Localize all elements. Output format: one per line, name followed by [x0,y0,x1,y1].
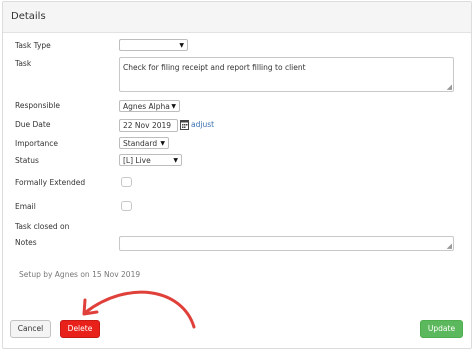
due-date-input[interactable]: 22 Nov 2019 [119,119,178,132]
importance-label: Importance [15,139,58,148]
responsible-label: Responsible [15,101,60,110]
task-label: Task [15,59,32,68]
delete-button[interactable]: Delete [60,320,100,338]
caret-down-icon: ▼ [173,157,178,164]
status-value: [L] Live [123,156,151,165]
adjust-link[interactable]: adjust [191,120,214,129]
setup-info: Setup by Agnes on 15 Nov 2019 [19,270,141,279]
update-button[interactable]: Update [420,320,463,338]
status-select[interactable]: [L] Live ▼ [119,154,182,166]
importance-value: Standard [123,139,158,148]
task-closed-on-label: Task closed on [15,222,70,231]
email-checkbox[interactable] [121,201,132,211]
formally-extended-checkbox[interactable] [121,177,132,187]
cancel-button[interactable]: Cancel [10,320,51,338]
responsible-select[interactable]: Agnes Alpha ▼ [119,100,180,112]
due-date-label: Due Date [15,120,51,129]
caret-down-icon: ▼ [160,140,165,147]
panel-title: Details [11,11,46,22]
task-text: Check for filing receipt and report fill… [123,63,306,72]
task-textarea[interactable]: Check for filing receipt and report fill… [119,57,454,92]
calendar-icon[interactable] [180,119,189,130]
due-date-value: 22 Nov 2019 [123,121,172,130]
task-type-label: Task Type [15,41,51,50]
formally-extended-label: Formally Extended [15,178,86,187]
task-type-select[interactable]: ▼ [119,39,188,51]
importance-select[interactable]: Standard ▼ [119,137,169,149]
notes-textarea[interactable]: ◢ [119,236,454,251]
status-label: Status [15,156,39,165]
caret-down-icon: ▼ [171,103,176,110]
notes-label: Notes [15,238,37,247]
email-label: Email [15,202,36,211]
responsible-value: Agnes Alpha [123,102,170,111]
resize-grip-icon[interactable]: ◢ [447,243,452,250]
caret-down-icon: ▼ [179,42,184,49]
panel-header: Details [3,2,471,33]
resize-grip-icon[interactable]: ◢ [447,84,452,91]
